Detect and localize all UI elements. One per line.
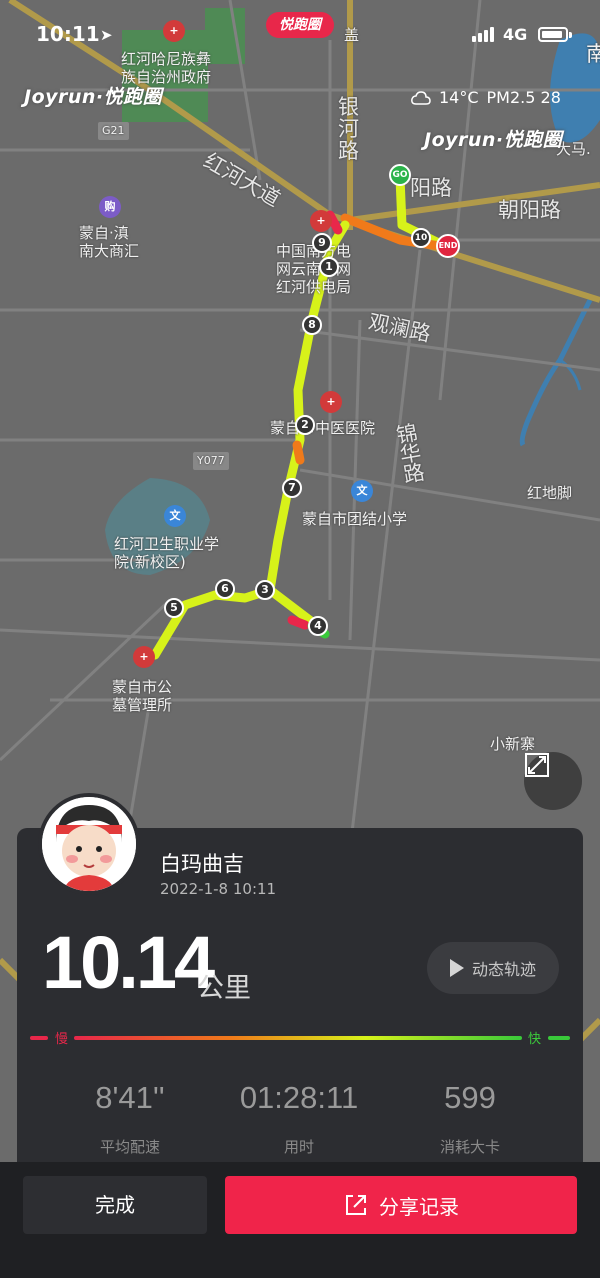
replay-track-button[interactable]: 动态轨迹 xyxy=(427,942,559,994)
done-button[interactable]: 完成 xyxy=(23,1176,207,1234)
km-marker-9: 9 xyxy=(312,233,332,253)
hospital-icon[interactable]: + xyxy=(310,210,332,232)
share-icon xyxy=(346,1195,366,1215)
road-label-yang: 阳路 xyxy=(410,176,452,200)
km-marker-8: 8 xyxy=(302,315,322,335)
cloud-icon xyxy=(411,90,431,105)
km-marker-5: 5 xyxy=(164,598,184,618)
network-type: 4G xyxy=(503,25,528,44)
share-label: 分享记录 xyxy=(379,1194,459,1219)
avatar-illustration xyxy=(42,797,136,891)
road-label-chaoyang: 朝阳路 xyxy=(498,198,561,222)
road-shield-g21: G21 xyxy=(98,122,129,140)
avg-pace-value: 8'41'' xyxy=(95,1080,165,1115)
weather-info: 14°C PM2.5 28 xyxy=(411,88,561,107)
joyrun-logo-watermark: Joyrun·悦跑圈 xyxy=(424,129,563,151)
km-marker-6: 6 xyxy=(215,579,235,599)
distance-unit: 公里 xyxy=(197,973,251,1004)
hospital-icon[interactable]: + xyxy=(133,646,155,668)
expand-icon xyxy=(525,753,549,777)
map-label-xiaoxinzhai: 小新寨 xyxy=(490,735,536,753)
calories-value: 599 xyxy=(444,1080,496,1115)
pace-gradient-bar xyxy=(30,1036,570,1040)
username: 白玛曲吉 xyxy=(160,852,244,876)
avg-pace-label: 平均配速 xyxy=(99,1138,160,1156)
hospital-icon[interactable]: + xyxy=(320,391,342,413)
map-label-power: 中国南方电 网云南电网 红河供电局 xyxy=(276,242,352,296)
km-marker-3: 3 xyxy=(255,580,275,600)
calories-label: 消耗大卡 xyxy=(439,1138,500,1156)
school-icon[interactable]: 文 xyxy=(164,505,186,527)
avatar[interactable] xyxy=(38,793,140,895)
duration-value: 01:28:11 xyxy=(239,1080,359,1115)
map-label-hongdijiao: 红地脚 xyxy=(527,484,573,502)
km-marker-10: 10 xyxy=(411,228,431,248)
play-icon xyxy=(449,959,464,977)
map-label-college: 红河卫生职业学 院(新校区) xyxy=(114,535,220,571)
km-marker-1: 1 xyxy=(319,257,339,277)
joyrun-logo: Joyrun·悦跑圈 xyxy=(24,86,163,108)
shopping-icon[interactable]: 购 xyxy=(99,196,121,218)
signal-icon xyxy=(472,26,496,42)
km-marker-7: 7 xyxy=(282,478,302,498)
pace-slow-label: 慢 xyxy=(55,1032,69,1047)
map-label-school: 蒙自市团结小学 xyxy=(302,510,408,528)
status-time: 10:11 xyxy=(36,22,100,46)
share-record-button[interactable]: 分享记录 xyxy=(225,1176,577,1234)
map-label-cemetery: 蒙自市公 墓管理所 xyxy=(112,678,173,714)
replay-label: 动态轨迹 xyxy=(471,960,536,979)
km-marker-4: 4 xyxy=(308,616,328,636)
pace-fast-label: 快 xyxy=(528,1032,542,1047)
record-datetime: 2022-1-8 10:11 xyxy=(160,880,277,898)
brand-tag: 悦跑圈 xyxy=(266,12,334,38)
air-quality: PM2.5 28 xyxy=(486,88,561,107)
river xyxy=(519,298,593,447)
road-shield-y077: Y077 xyxy=(193,452,229,470)
school-icon[interactable]: 文 xyxy=(351,480,373,502)
map-label-hospital: 蒙自市中医医院 xyxy=(270,419,376,437)
start-marker: GO xyxy=(389,164,411,186)
road-label-yinhe: 银 河 路 xyxy=(338,95,359,163)
expand-map-button[interactable] xyxy=(524,752,582,810)
end-marker: END xyxy=(436,234,460,258)
temperature: 14°C xyxy=(439,88,479,107)
location-arrow-icon: ➤ xyxy=(100,26,113,44)
map-label-mall: 蒙自·滇 南大商汇 xyxy=(79,224,140,260)
duration-label: 用时 xyxy=(283,1138,314,1156)
distance-value: 10.14 xyxy=(42,921,215,1004)
battery-icon xyxy=(538,27,572,42)
km-marker-2: 2 xyxy=(295,415,315,435)
